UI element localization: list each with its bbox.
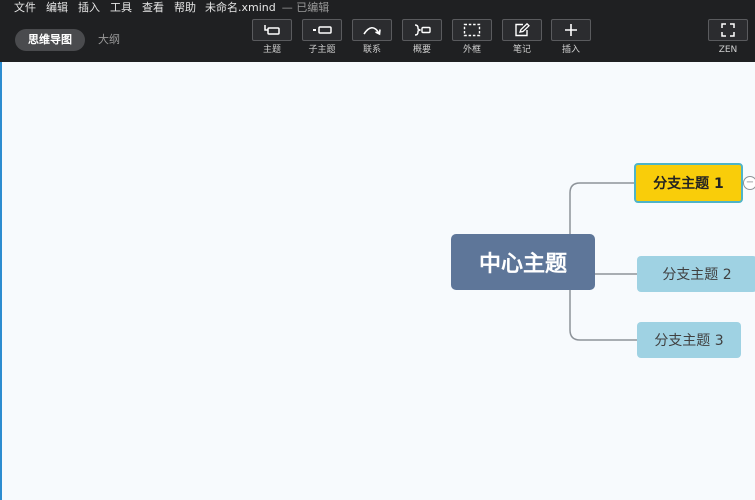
branch-connectors: [569, 182, 755, 341]
collapse-toggle-icon[interactable]: −: [743, 176, 755, 190]
branch-topic-2[interactable]: 分支主题 2: [637, 256, 755, 292]
branch-topic-3[interactable]: 分支主题 3: [637, 322, 741, 358]
branch-topic-1-selected[interactable]: 分支主题 1: [634, 163, 743, 203]
central-topic[interactable]: 中心主题: [451, 234, 595, 290]
